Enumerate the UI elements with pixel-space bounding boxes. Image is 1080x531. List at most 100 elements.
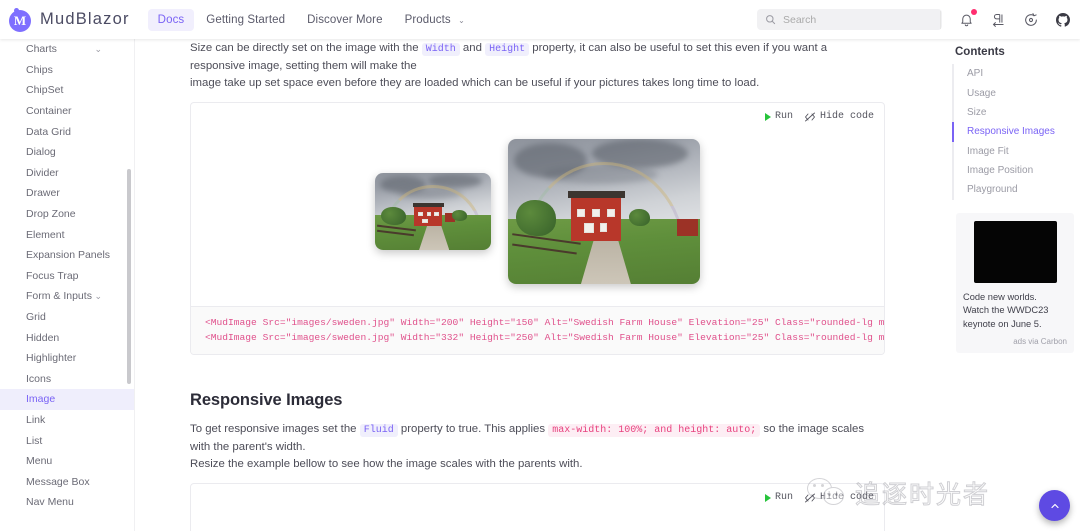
ad-line-3: keynote on June 5.	[963, 318, 1042, 329]
example-toolbar: Run Hide code	[191, 103, 884, 125]
toc-item-playground[interactable]: Playground	[952, 180, 1068, 199]
sidebar-item-highlighter[interactable]: Highlighter	[0, 348, 134, 369]
run-label: Run	[774, 111, 793, 122]
sidebar-item-expansion-panels[interactable]: Expansion Panels	[0, 245, 134, 266]
sidebar-item-focus-trap[interactable]: Focus Trap	[0, 266, 134, 287]
chevron-down-icon: ⌄	[458, 15, 465, 25]
run-label: Run	[774, 492, 793, 503]
example-toolbar-2: Run Hide code	[191, 484, 884, 506]
sidebar-item-label: Focus Trap	[26, 269, 79, 282]
sidebar-item-dialog[interactable]: Dialog	[0, 142, 134, 163]
theme-toggle-icon[interactable]	[1021, 10, 1040, 29]
code-line-1: <MudImage Src="images/sweden.jpg" Width=…	[205, 317, 885, 328]
logo-dot	[14, 7, 19, 13]
sidebar-item-divider[interactable]: Divider	[0, 163, 134, 184]
nav-item-discover-more[interactable]: Discover More	[297, 9, 392, 31]
inline-code-width: Width	[421, 43, 460, 56]
code-panel: <MudImage Src="images/sweden.jpg" Width=…	[191, 306, 884, 354]
sidebar-item-grid[interactable]: Grid	[0, 307, 134, 328]
nav-item-getting-started[interactable]: Getting Started	[196, 9, 295, 31]
hide-code-label: Hide code	[819, 492, 874, 503]
hide-code-label: Hide code	[819, 111, 874, 122]
sidebar-item-nav-menu[interactable]: Nav Menu	[0, 492, 134, 513]
sidebar-scrollbar-thumb[interactable]	[127, 169, 131, 384]
sidebar-item-label: Dialog	[26, 146, 56, 159]
hide-code-button[interactable]: Hide code	[804, 111, 874, 123]
sidebar-item-chipset[interactable]: ChipSet	[0, 80, 134, 101]
sidebar-item-label: Grid	[26, 311, 46, 324]
sidebar-item-icons[interactable]: Icons	[0, 369, 134, 390]
ad-line-2: Watch the WWDC23	[963, 305, 1049, 316]
toc-item-image-position[interactable]: Image Position	[952, 161, 1068, 180]
sidebar-item-label: Chips	[26, 63, 53, 76]
toc-item-image-fit[interactable]: Image Fit	[952, 142, 1068, 161]
responsive-paragraph-line1: To get responsive images set the Fluid p…	[190, 421, 885, 456]
play-icon	[764, 493, 771, 502]
ad-line-1: Code new worlds.	[963, 291, 1037, 302]
responsive-paragraph-line2: Resize the example bellow to see how the…	[190, 458, 583, 470]
ad-text: Code new worlds. Watch the WWDC23 keynot…	[963, 291, 1067, 332]
sidebar-item-drawer[interactable]: Drawer	[0, 183, 134, 204]
ad-image[interactable]	[973, 220, 1057, 283]
left-sidebar-nav[interactable]: Charts ⌄ Chips ChipSet Container Data Gr…	[0, 39, 135, 531]
nav-item-products[interactable]: Products ⌄	[395, 9, 475, 31]
inline-code-height: Height	[485, 43, 530, 56]
hide-code-button-2[interactable]: Hide code	[804, 492, 874, 504]
image-sweden-small	[375, 173, 491, 250]
sidebar-item-menu[interactable]: Menu	[0, 451, 134, 472]
nav-label: Products	[404, 13, 451, 26]
run-button[interactable]: Run	[764, 111, 793, 122]
sidebar-item-label: Icons	[26, 372, 52, 385]
sidebar-item-label: Data Grid	[26, 125, 71, 138]
ad-attribution[interactable]: ads via Carbon	[963, 337, 1067, 346]
sidebar-item-list[interactable]: List	[0, 430, 134, 451]
notifications-bell-icon[interactable]	[957, 9, 977, 29]
sidebar-item-data-grid[interactable]: Data Grid	[0, 121, 134, 142]
table-of-contents: Contents API Usage Size Responsive Image…	[940, 39, 1080, 531]
sidebar-item-charts[interactable]: Charts ⌄	[0, 39, 134, 60]
toc-title: Contents	[955, 46, 1005, 58]
sidebar-item-image[interactable]: Image	[0, 389, 134, 410]
sidebar-item-form-and-inputs[interactable]: Form & Inputs ⌄	[0, 286, 134, 307]
toc-item-api[interactable]: API	[952, 64, 1068, 83]
run-button-2[interactable]: Run	[764, 492, 793, 503]
sidebar-item-label: Hidden	[26, 331, 60, 344]
search-input[interactable]	[783, 13, 933, 26]
sidebar-item-label: Charts	[26, 43, 57, 56]
nav-label: Discover More	[307, 13, 383, 26]
sidebar-item-message-box[interactable]: Message Box	[0, 471, 134, 492]
nav-label: Getting Started	[206, 13, 286, 26]
toc-item-size[interactable]: Size	[952, 103, 1068, 122]
sidebar-item-link[interactable]: Link	[0, 410, 134, 431]
play-icon	[764, 112, 771, 121]
sidebar-item-label: Expansion Panels	[26, 249, 111, 262]
nav-item-docs[interactable]: Docs	[147, 8, 195, 31]
resp-text-a: To get responsive images set the	[190, 423, 360, 435]
rtl-text-direction-icon[interactable]	[989, 10, 1008, 29]
carbon-ad[interactable]: Code new worlds. Watch the WWDC23 keynot…	[956, 212, 1074, 354]
sidebar-item-label: Drawer	[26, 187, 60, 200]
sidebar-item-hidden[interactable]: Hidden	[0, 327, 134, 348]
appbar-divider	[940, 10, 941, 29]
main-content: Size can be directly set on the image wi…	[135, 39, 940, 531]
mudblazor-docs-page: M MudBlazor Docs Getting Started Discove…	[0, 0, 1080, 531]
scroll-to-top-button[interactable]	[1039, 490, 1070, 521]
search-icon	[766, 15, 776, 25]
nav-label: Docs	[157, 13, 185, 26]
toc-item-responsive-images[interactable]: Responsive Images	[952, 122, 1068, 142]
sidebar-item-chips[interactable]: Chips	[0, 60, 134, 81]
sidebar-item-drop-zone[interactable]: Drop Zone	[0, 204, 134, 225]
sidebar-item-label: Nav Menu	[26, 496, 74, 509]
search-box[interactable]	[757, 9, 942, 30]
sidebar-item-label: Container	[26, 105, 72, 118]
mudblazor-logo-icon: M	[9, 7, 33, 32]
brand-logo[interactable]: M MudBlazor	[0, 7, 130, 32]
sidebar-item-element[interactable]: Element	[0, 224, 134, 245]
example-preview-area-2	[191, 506, 884, 531]
github-icon[interactable]	[1053, 10, 1072, 29]
chevron-down-icon: ⌄	[94, 43, 102, 54]
brand-name: MudBlazor	[40, 10, 130, 28]
toc-item-usage[interactable]: Usage	[952, 83, 1068, 102]
sidebar-item-label: Element	[26, 228, 65, 241]
sidebar-item-container[interactable]: Container	[0, 101, 134, 122]
